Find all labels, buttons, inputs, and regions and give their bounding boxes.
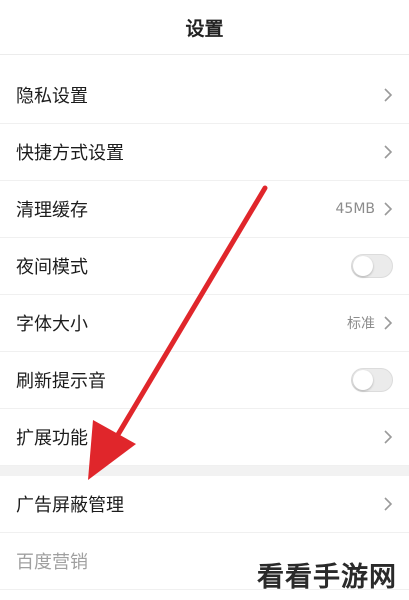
chevron-right-icon [384,202,393,216]
settings-item-refresh-sound: 刷新提示音 [0,352,409,409]
settings-item-right [383,496,393,512]
settings-item-right: 45MB [336,201,394,217]
settings-item-label: 清理缓存 [16,200,88,221]
cache-size-value: 45MB [335,201,376,217]
page-title: 设置 [185,17,224,40]
settings-item-privacy[interactable]: 隐私设置 [0,67,409,124]
settings-item-right [351,254,393,278]
settings-item-extensions[interactable]: 扩展功能 [0,409,409,466]
section-divider [0,466,409,476]
settings-item-right [383,144,393,160]
settings-item-label: 字体大小 [16,314,88,335]
settings-item-right [351,368,393,392]
settings-list: 隐私设置 快捷方式设置 清理缓存 45MB 夜间模式 字体大小 标准 刷新提示音… [0,67,409,590]
settings-item-label: 隐私设置 [16,86,88,107]
font-size-value: 标准 [347,316,375,332]
settings-item-label: 百度营销 [16,552,88,573]
settings-item-label: 夜间模式 [16,257,88,278]
refresh-sound-toggle[interactable] [351,368,393,392]
chevron-right-icon [384,316,393,330]
settings-item-label: 广告屏蔽管理 [16,495,124,516]
settings-screen: 设置 隐私设置 快捷方式设置 清理缓存 45MB 夜间模式 字体大小 标准 刷新… [0,0,409,600]
watermark-text: 看看手游网 [257,562,397,593]
settings-item-label: 快捷方式设置 [16,143,124,164]
settings-item-right [383,87,393,103]
settings-item-label: 扩展功能 [16,428,88,449]
toggle-knob [353,370,373,390]
settings-item-label: 刷新提示音 [16,371,106,392]
settings-item-clear-cache[interactable]: 清理缓存 45MB [0,181,409,238]
settings-item-font-size[interactable]: 字体大小 标准 [0,295,409,352]
chevron-right-icon [384,88,393,102]
settings-item-right [383,429,393,445]
chevron-right-icon [384,497,393,511]
header-bar: 设置 [0,0,409,55]
chevron-right-icon [384,145,393,159]
settings-item-right: 标准 [347,313,393,333]
settings-item-ad-block[interactable]: 广告屏蔽管理 [0,476,409,533]
settings-item-shortcuts[interactable]: 快捷方式设置 [0,124,409,181]
toggle-knob [353,256,373,276]
settings-item-night-mode: 夜间模式 [0,238,409,295]
night-mode-toggle[interactable] [351,254,393,278]
chevron-right-icon [384,430,393,444]
